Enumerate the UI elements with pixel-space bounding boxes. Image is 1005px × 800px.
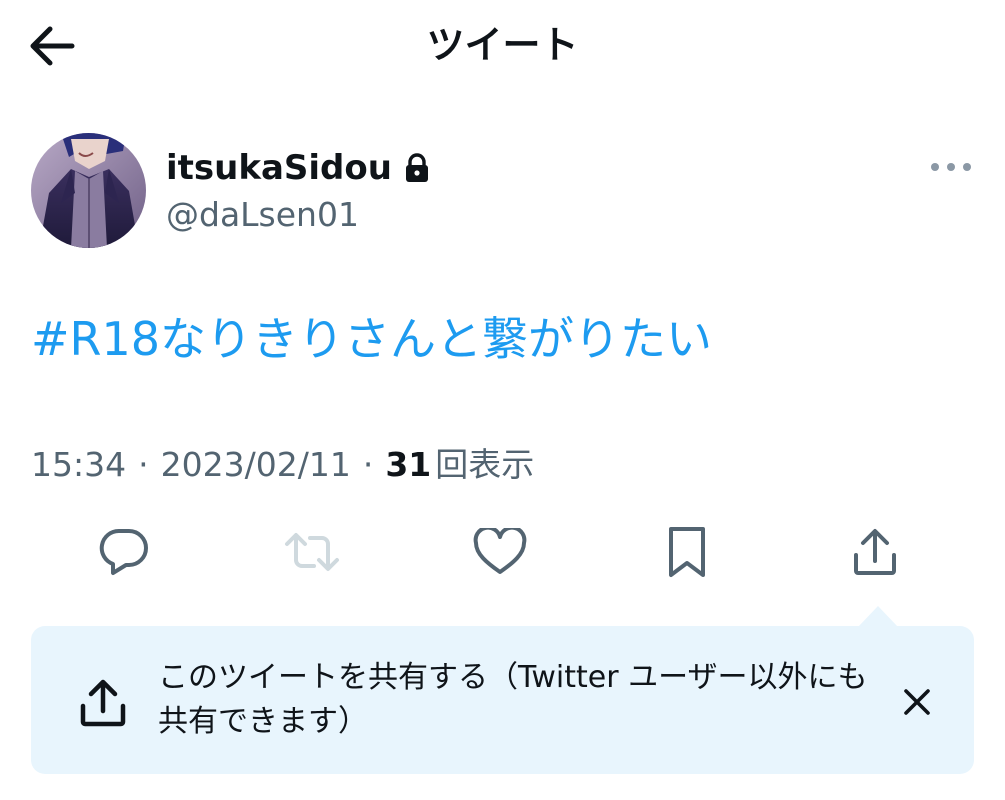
views-label[interactable]: 回表示 <box>435 443 534 487</box>
page-title: ツイート <box>426 23 579 67</box>
share-icon <box>854 529 896 575</box>
tweet-time[interactable]: 15:34 <box>31 443 126 487</box>
more-dots-icon <box>931 163 971 171</box>
user-handle[interactable]: @daLsen01 <box>166 193 359 237</box>
share-button[interactable] <box>845 522 905 582</box>
tweet-text-hashtag[interactable]: #R18なりきりさんと繋がりたい <box>31 309 712 369</box>
share-tooltip: このツイートを共有する（Twitter ユーザー以外にも共有できます） <box>31 626 974 774</box>
top-bar: ツイート <box>0 0 1005 92</box>
retweet-button <box>282 522 342 582</box>
tweet-meta: 15:34 · 2023/02/11 · 31 回表示 <box>31 443 534 487</box>
separator: · <box>362 445 374 484</box>
display-name: itsukaSidou <box>166 148 392 188</box>
bookmark-button[interactable] <box>657 522 717 582</box>
reply-button[interactable] <box>94 522 154 582</box>
tweet-date[interactable]: 2023/02/11 <box>161 443 351 487</box>
bookmark-icon <box>669 527 705 577</box>
like-button[interactable] <box>470 522 530 582</box>
avatar[interactable] <box>31 133 146 248</box>
author-name-row[interactable]: itsukaSidou <box>166 146 430 190</box>
lock-icon <box>404 153 430 183</box>
retweet-icon <box>285 533 339 571</box>
tooltip-pointer <box>858 606 898 627</box>
close-tooltip-button[interactable] <box>893 678 941 726</box>
views-count[interactable]: 31 <box>385 443 431 487</box>
reply-icon <box>99 528 148 575</box>
share-tooltip-text: このツイートを共有する（Twitter ユーザー以外にも共有できます） <box>158 660 868 739</box>
more-button[interactable] <box>928 152 974 182</box>
close-icon <box>904 689 930 715</box>
separator: · <box>138 445 149 484</box>
share-icon <box>77 676 129 728</box>
heart-icon <box>473 528 527 574</box>
action-bar <box>0 522 1005 584</box>
